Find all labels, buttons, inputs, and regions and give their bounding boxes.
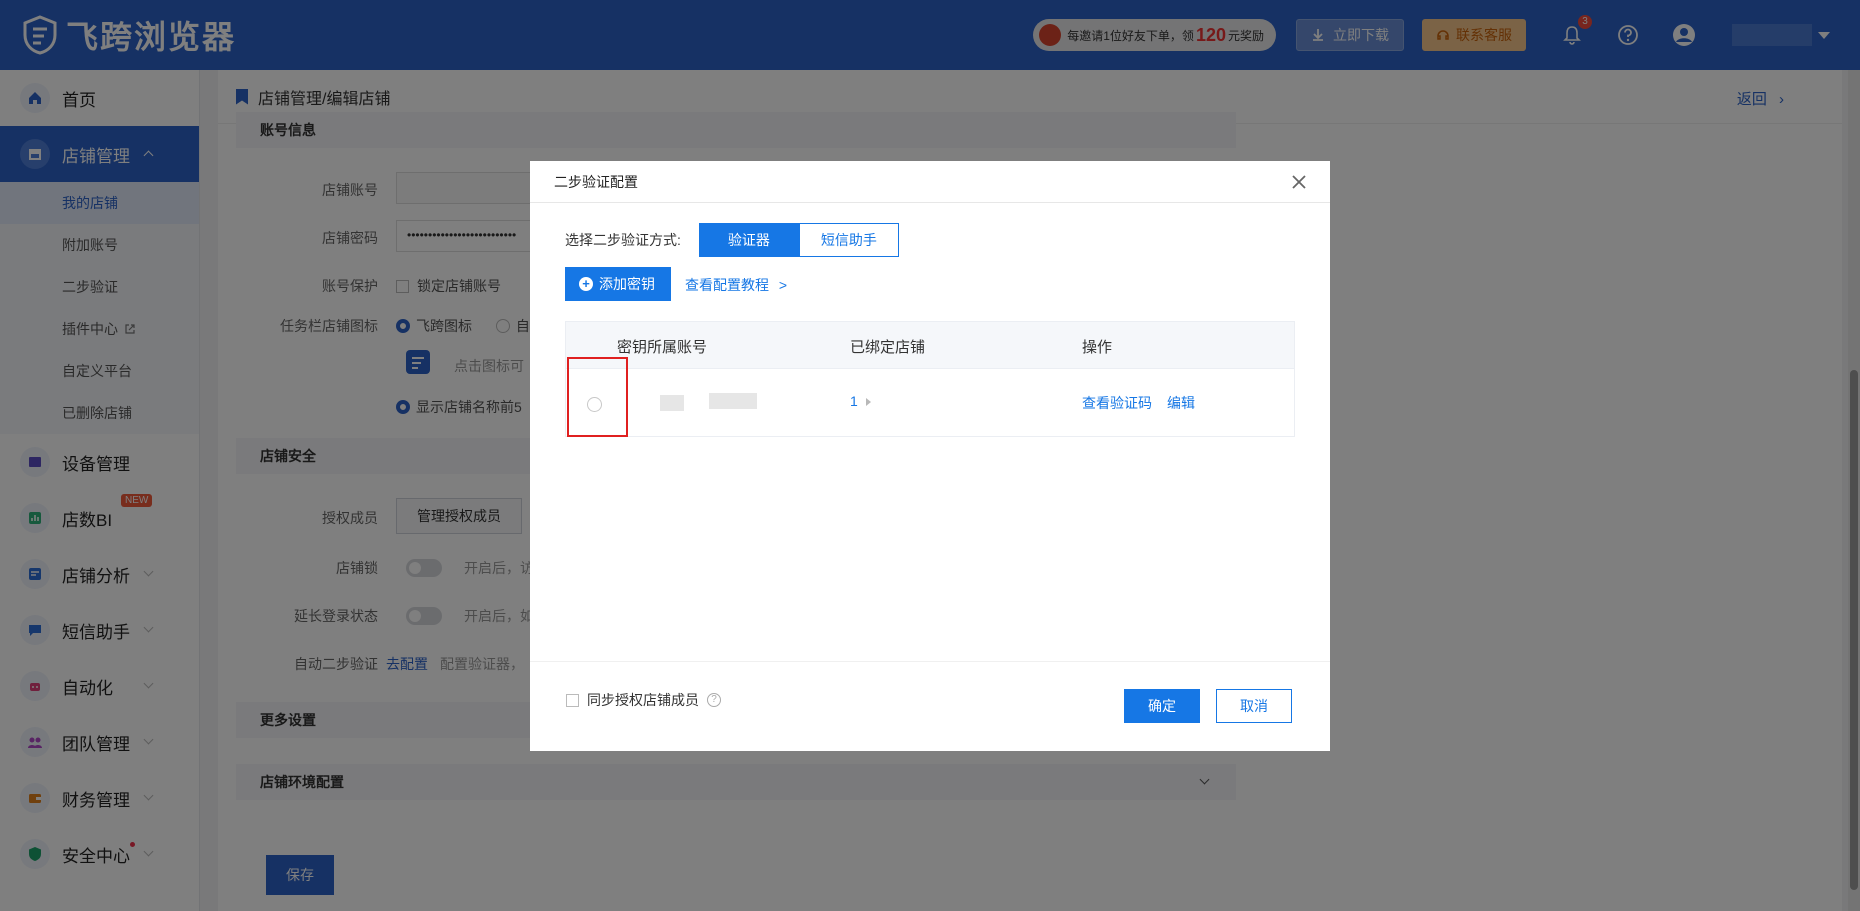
dialog-footer: 同步授权店铺成员 ? 确定 取消: [530, 661, 1330, 751]
col-bound-stores: 已绑定店铺: [850, 339, 926, 356]
view-code-link[interactable]: 查看验证码: [1082, 393, 1152, 413]
sync-members-label: 同步授权店铺成员: [587, 692, 699, 708]
tutorial-label: 查看配置教程: [685, 277, 769, 293]
col-key-account: 密钥所属账号: [617, 339, 708, 356]
row-select-radio[interactable]: [587, 397, 602, 412]
account-redacted-1: [660, 395, 684, 411]
dialog-title: 二步验证配置: [554, 173, 638, 190]
help-icon[interactable]: ?: [707, 693, 721, 707]
checkbox-box: [566, 693, 579, 707]
tutorial-arrow: >: [778, 277, 788, 293]
verify-mode-label: 选择二步验证方式:: [565, 232, 681, 248]
confirm-button[interactable]: 确定: [1124, 689, 1200, 723]
config-tutorial-link[interactable]: 查看配置教程 >: [685, 275, 787, 295]
plus-circle-icon: +: [579, 277, 593, 291]
caret-right-icon: [865, 398, 871, 406]
account-redacted-2: [709, 393, 757, 409]
table-row: 1 查看验证码 编辑: [566, 357, 1294, 437]
add-key-button[interactable]: + 添加密钥: [565, 267, 671, 301]
sync-members-checkbox[interactable]: 同步授权店铺成员 ?: [566, 690, 721, 710]
dialog-header: 二步验证配置: [530, 161, 1330, 203]
bound-store-count[interactable]: 1: [850, 393, 871, 409]
two-step-config-dialog: 二步验证配置 选择二步验证方式: 验证器 短信助手 + 添加密钥 查看配置教程 …: [530, 161, 1330, 751]
mode-authenticator[interactable]: 验证器: [698, 223, 799, 257]
bound-count-value: 1: [850, 393, 858, 409]
col-actions: 操作: [1082, 339, 1113, 356]
add-key-label: 添加密钥: [599, 276, 655, 292]
verify-mode-row: 选择二步验证方式: 验证器 短信助手: [565, 223, 899, 257]
edit-link[interactable]: 编辑: [1167, 393, 1195, 413]
cancel-button[interactable]: 取消: [1216, 689, 1292, 723]
mode-sms-helper[interactable]: 短信助手: [798, 223, 899, 257]
verify-mode-segmented: 验证器 短信助手: [698, 223, 899, 257]
close-icon[interactable]: [1290, 173, 1308, 191]
key-table: 密钥所属账号 已绑定店铺 操作 1 查看验证码 编辑: [565, 321, 1295, 437]
table-header: 密钥所属账号 已绑定店铺 操作: [566, 322, 1294, 368]
